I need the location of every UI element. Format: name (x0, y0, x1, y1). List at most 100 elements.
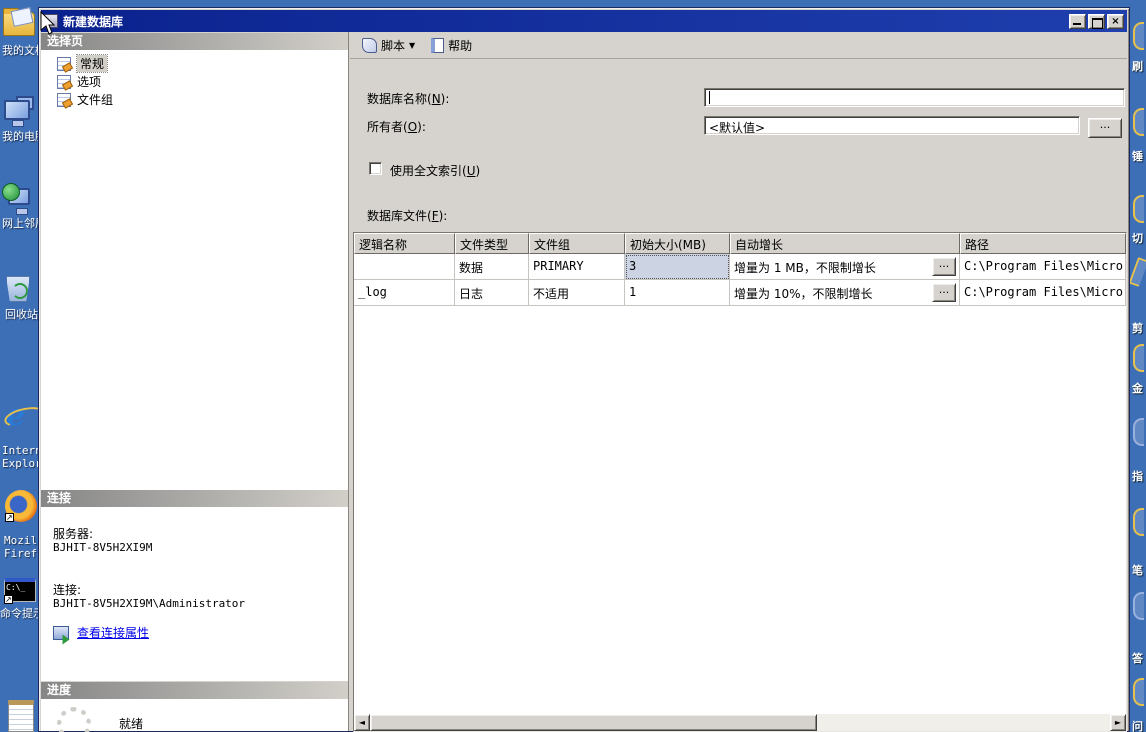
progress-spinner-icon (57, 707, 91, 732)
owner-value: <默认值> (709, 121, 766, 135)
column-header-initial-size: 初始大小(MB) (625, 233, 730, 254)
notepad-icon (8, 700, 34, 732)
window-title: 新建数据库 (63, 14, 124, 29)
page-list: 常规 选项 文件组 (41, 50, 348, 490)
column-header-autogrowth: 自动增长 (730, 233, 960, 254)
database-files-grid: 逻辑名称 文件类型 文件组 初始大小(MB) 自动增长 路径 数据 PRIMAR… (353, 232, 1127, 732)
right-edge-icon[interactable] (1128, 256, 1146, 288)
cell-logical-name[interactable]: _log (354, 280, 455, 306)
cell-autogrowth[interactable]: 增量为 1 MB，不限制增长 ... (730, 254, 960, 280)
scroll-left-button[interactable]: ◄ (354, 714, 370, 731)
mouse-cursor (40, 10, 58, 40)
autogrowth-browse-button[interactable]: ... (932, 257, 956, 276)
page-item-general[interactable]: 常规 (57, 54, 109, 73)
cell-path[interactable]: C:\Program Files\Micro (960, 280, 1126, 306)
chevron-down-icon: ▼ (409, 40, 416, 50)
right-edge-icon[interactable] (1133, 508, 1144, 536)
right-edge-icon[interactable] (1133, 418, 1144, 446)
page-item-filegroups[interactable]: 文件组 (57, 91, 113, 108)
scroll-right-button[interactable]: ► (1110, 714, 1126, 731)
help-button[interactable]: 帮助 (425, 34, 478, 57)
script-icon (362, 37, 377, 53)
fulltext-checkbox[interactable] (369, 162, 382, 175)
db-name-input[interactable] (704, 88, 1125, 107)
cell-initial-size[interactable]: 1 (625, 280, 730, 306)
scrollbar-track[interactable] (370, 714, 1110, 731)
script-button[interactable]: 脚本 ▼ (356, 34, 421, 57)
right-edge-icon[interactable] (1133, 678, 1144, 706)
right-edge-icon[interactable] (1133, 592, 1144, 620)
minimize-button[interactable] (1069, 13, 1086, 29)
cell-file-type[interactable]: 数据 (455, 254, 529, 280)
server-value: BJHIT-8V5H2XI9M (53, 541, 153, 554)
select-page-header: 选择页 (41, 33, 348, 50)
autogrowth-browse-button[interactable]: ... (932, 283, 956, 302)
cell-autogrowth[interactable]: 增量为 10%，不限制增长 ... (730, 280, 960, 306)
column-header-file-type: 文件类型 (455, 233, 529, 254)
connection-properties-icon (53, 625, 69, 640)
title-bar[interactable]: 新建数据库 × (41, 10, 1127, 32)
property-page-icon (57, 56, 71, 71)
page-item-options[interactable]: 选项 (57, 73, 101, 90)
text-caret (709, 91, 710, 104)
page-item-label: 文件组 (77, 93, 114, 107)
desktop-icon-label: 命令提示符 (0, 607, 38, 620)
page-item-label: 选项 (77, 75, 102, 89)
property-page-icon (57, 92, 71, 107)
database-files-label: 数据库文件(F): (367, 209, 448, 223)
right-edge-icon[interactable] (1133, 22, 1144, 50)
progress-status: 就绪 (119, 717, 144, 731)
property-page-icon (57, 74, 71, 89)
progress-header: 进度 (41, 682, 348, 699)
progress-area: 就绪 (41, 699, 348, 732)
right-edge-icon-label: 金 (1132, 382, 1143, 395)
desktop: 我的文档 我的电脑 网上邻居 回收站 e Internet Explorer M… (0, 0, 1146, 732)
my-computer-icon (4, 100, 30, 127)
cell-initial-size[interactable]: 3 (625, 254, 730, 280)
new-database-dialog: 新建数据库 × 选择页 常规 选项 文件组 连接 服务器: BJHIT-8V5H… (38, 7, 1130, 732)
table-row: 数据 PRIMARY 3 增量为 1 MB，不限制增长 ... C:\Progr… (354, 254, 1126, 280)
db-name-label: 数据库名称(N): (367, 92, 450, 106)
dialog-toolbar: 脚本 ▼ 帮助 (350, 32, 1127, 59)
connection-area: 服务器: BJHIT-8V5H2XI9M 连接: BJHIT-8V5H2XI9M… (41, 507, 348, 681)
owner-browse-button[interactable]: ... (1088, 118, 1122, 138)
right-edge-icon-label: 剪 (1132, 322, 1143, 335)
select-page-pane: 选择页 常规 选项 文件组 连接 服务器: BJHIT-8V5H2XI9M 连接… (41, 32, 349, 732)
view-connection-properties-link[interactable]: 查看连接属性 (53, 624, 149, 641)
internet-explorer-icon: e (6, 398, 40, 433)
cell-path[interactable]: C:\Program Files\Micro (960, 254, 1126, 280)
script-button-label: 脚本 (381, 38, 406, 53)
right-edge-icon-label: 指 (1132, 470, 1143, 483)
help-icon (431, 37, 445, 53)
fulltext-checkbox-label: 使用全文索引(U) (390, 164, 481, 178)
right-edge-icon-label: 刷 (1132, 60, 1143, 73)
page-item-label: 常规 (75, 54, 109, 73)
maximize-button[interactable] (1088, 13, 1105, 29)
network-globe-icon (2, 183, 20, 201)
right-edge-icon[interactable] (1133, 108, 1144, 136)
shortcut-arrow-icon (4, 595, 13, 604)
right-edge-icon-label: 切 (1132, 232, 1143, 245)
right-edge-icon[interactable] (1133, 344, 1144, 372)
cell-file-type[interactable]: 日志 (455, 280, 529, 306)
connection-value: BJHIT-8V5H2XI9M\Administrator (53, 597, 246, 610)
horizontal-scrollbar: ◄ ► (354, 714, 1126, 731)
right-edge-icon-label: 答 (1132, 652, 1143, 665)
column-header-logical-name: 逻辑名称 (354, 233, 455, 254)
grid-header-row: 逻辑名称 文件类型 文件组 初始大小(MB) 自动增长 路径 (354, 233, 1126, 254)
server-label: 服务器: (53, 527, 94, 541)
right-edge-icon-label: 锤 (1132, 150, 1143, 163)
right-edge-icon-label: 问 (1132, 720, 1143, 732)
shortcut-arrow-icon (5, 513, 14, 522)
close-button[interactable]: × (1107, 13, 1124, 29)
view-connection-properties-label: 查看连接属性 (77, 626, 150, 640)
connection-header: 连接 (41, 490, 348, 507)
desktop-icon-label: 回收站 (5, 308, 38, 321)
scrollbar-thumb[interactable] (370, 714, 817, 731)
cell-filegroup[interactable]: PRIMARY (529, 254, 625, 280)
recycle-bin-icon (6, 276, 30, 302)
cell-filegroup[interactable]: 不适用 (529, 280, 625, 306)
right-edge-icon[interactable] (1133, 195, 1144, 223)
cell-logical-name[interactable] (354, 254, 455, 280)
owner-input[interactable]: <默认值> (704, 116, 1080, 135)
